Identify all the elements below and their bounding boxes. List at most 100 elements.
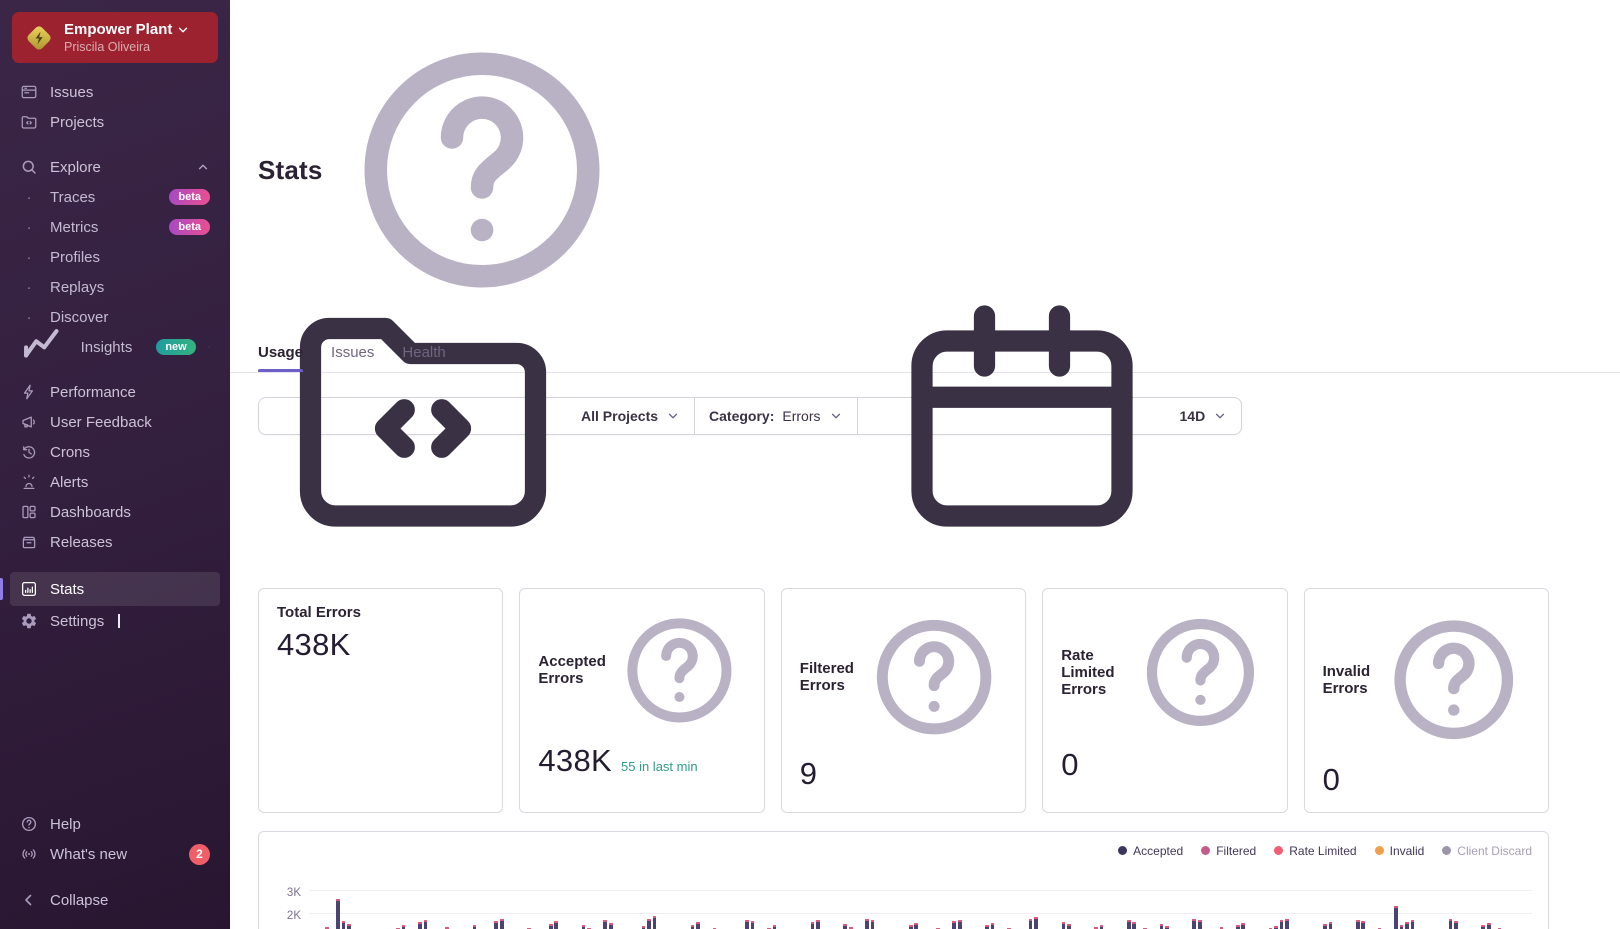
sidebar-item-profiles[interactable]: ·Profiles: [10, 242, 220, 272]
bar: [424, 920, 428, 929]
sidebar-item-alerts[interactable]: Alerts: [10, 467, 220, 497]
bar: [1454, 921, 1458, 929]
question-circle-icon[interactable]: [613, 604, 746, 737]
sidebar-item-insights[interactable]: Insightsnew: [10, 332, 220, 362]
bar: [1062, 922, 1066, 929]
legend-item-accepted[interactable]: Accepted: [1118, 844, 1183, 858]
bar: [745, 920, 749, 929]
sidebar-item-label: Releases: [50, 534, 113, 551]
chevron-down-icon: [176, 23, 190, 37]
sidebar-item-user-feedback[interactable]: User Feedback: [10, 407, 220, 437]
legend-item-invalid[interactable]: Invalid: [1375, 844, 1425, 858]
bar: [865, 919, 869, 929]
bar: [549, 924, 553, 929]
y-axis-tick: 2K: [287, 910, 301, 922]
sidebar-item-crons[interactable]: Crons: [10, 437, 220, 467]
sidebar-item-metrics[interactable]: ·Metricsbeta: [10, 212, 220, 242]
tab-bar: Usage Issues Health: [258, 344, 1549, 372]
dashboards-icon: [20, 503, 38, 521]
bar-series: [309, 868, 1532, 929]
bar: [473, 925, 477, 929]
tab-issues[interactable]: Issues: [331, 344, 374, 372]
beta-badge: beta: [169, 189, 210, 205]
category-filter[interactable]: Category: Errors: [694, 398, 856, 434]
bar: [1411, 920, 1415, 929]
bar: [1132, 922, 1136, 929]
bar: [909, 925, 913, 929]
org-switcher[interactable]: Empower Plant Priscila Oliveira: [12, 12, 218, 63]
sidebar-item-performance[interactable]: Performance: [10, 377, 220, 407]
stat-card: Accepted Errors438K55 in last min: [519, 588, 764, 813]
stat-card-label: Total Errors: [277, 604, 361, 621]
date-range-filter[interactable]: 14D: [857, 398, 1242, 434]
bar: [402, 925, 406, 929]
bar: [647, 919, 651, 929]
bar: [418, 922, 422, 929]
tab-usage[interactable]: Usage: [258, 344, 303, 372]
bar: [1487, 923, 1491, 929]
sidebar-item-label: Settings: [50, 613, 104, 630]
legend-dot: [1118, 846, 1127, 855]
chevron-down-icon: [666, 409, 680, 423]
sidebar-collapse-button[interactable]: Collapse: [10, 885, 220, 915]
sidebar-item-help[interactable]: Help: [10, 809, 220, 839]
whats-new-count-badge: 2: [189, 844, 210, 865]
new-badge: new: [156, 339, 195, 355]
usage-chart-panel: Accepted Filtered Rate Limited Invalid Clien…: [258, 831, 1549, 929]
sidebar-item-stats[interactable]: Stats: [10, 572, 220, 606]
sidebar-item-label: User Feedback: [50, 414, 152, 431]
bar: [1405, 922, 1409, 929]
bar: [1285, 919, 1289, 929]
sidebar-item-settings[interactable]: Settings: [10, 606, 220, 636]
bar: [1323, 924, 1327, 929]
main-content: Stats UsageIssuesHealth All Projects Cat…: [230, 0, 1620, 929]
sidebar-item-replays[interactable]: ·Replays: [10, 272, 220, 302]
stat-card-label: Invalid Errors: [1323, 663, 1372, 697]
sidebar-item-projects[interactable]: Projects: [10, 107, 220, 137]
bar: [1192, 919, 1196, 929]
legend-item-client-discard[interactable]: Client Discard: [1442, 844, 1532, 858]
stat-card-value: 438K: [277, 627, 351, 663]
bar: [751, 921, 755, 929]
bar: [1127, 920, 1131, 929]
bar: [342, 921, 346, 929]
bar-chart-icon: [20, 580, 38, 598]
sidebar-item-label: Collapse: [50, 892, 108, 909]
gear-icon: [20, 612, 38, 630]
sidebar-item-traces[interactable]: ·Tracesbeta: [10, 182, 220, 212]
stat-card-value: 0: [1323, 762, 1341, 798]
legend-label: Rate Limited: [1289, 844, 1356, 858]
chart-plot-area: [309, 868, 1532, 929]
question-circle-icon[interactable]: [1378, 604, 1530, 756]
chevron-down-icon: [208, 340, 210, 354]
question-circle-icon[interactable]: [1132, 604, 1269, 741]
lightning-icon: [20, 383, 38, 401]
stat-card: Rate Limited Errors0: [1042, 588, 1287, 813]
sidebar-item-issues[interactable]: Issues: [10, 77, 220, 107]
stat-card-label-row: Accepted Errors: [538, 604, 745, 737]
project-filter[interactable]: All Projects: [259, 398, 694, 434]
bullet-icon: ·: [20, 189, 38, 206]
legend-dot: [1442, 846, 1451, 855]
sidebar-item-releases[interactable]: Releases: [10, 527, 220, 557]
issues-icon: [20, 83, 38, 101]
bar: [991, 923, 995, 929]
question-circle-icon[interactable]: [861, 604, 1007, 750]
tab-health[interactable]: Health: [402, 344, 445, 372]
beta-badge: beta: [169, 219, 210, 235]
bar: [1236, 925, 1240, 929]
stat-card-label-row: Filtered Errors: [800, 604, 1007, 750]
bar: [1280, 920, 1284, 929]
bar: [1165, 926, 1169, 929]
category-filter-label: Category:: [709, 408, 774, 424]
sidebar-item-dashboards[interactable]: Dashboards: [10, 497, 220, 527]
legend-item-rate-limited[interactable]: Rate Limited: [1274, 844, 1356, 858]
calendar-icon: [872, 266, 1172, 566]
bar: [1100, 925, 1104, 929]
bar: [582, 925, 586, 929]
sidebar-item-label: Help: [50, 816, 81, 833]
legend-item-filtered[interactable]: Filtered: [1201, 844, 1256, 858]
sidebar-item-what-s-new[interactable]: What's new2: [10, 839, 220, 869]
bullet-icon: ·: [20, 249, 38, 266]
sidebar-item-explore[interactable]: Explore: [10, 152, 220, 182]
